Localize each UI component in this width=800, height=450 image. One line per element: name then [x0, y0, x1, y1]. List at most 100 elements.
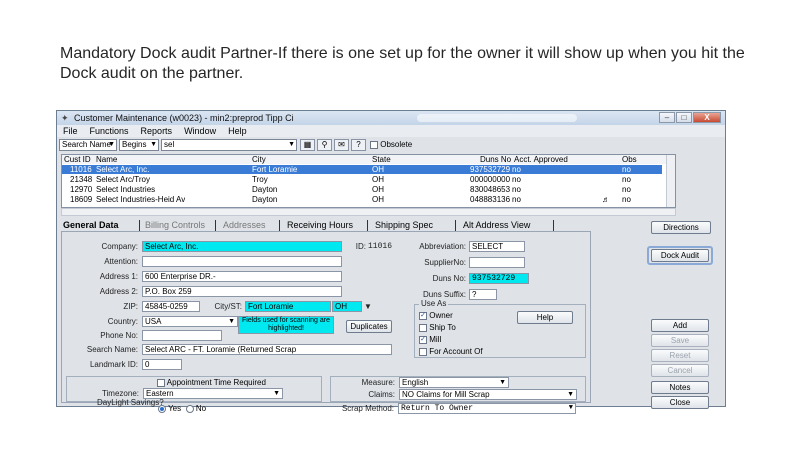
mill-checkbox[interactable]: ✓ Mill	[419, 335, 441, 344]
tab-addresses[interactable]: Addresses	[223, 219, 266, 231]
daylight-radio-group: Yes No	[158, 404, 206, 413]
tab-separator	[455, 220, 456, 231]
obsolete-check-box[interactable]	[370, 140, 378, 149]
menu-functions[interactable]: Functions	[84, 125, 135, 137]
row-name: Select Industries-Heid Av	[96, 195, 186, 204]
dock-audit-button[interactable]: Dock Audit	[651, 249, 709, 262]
close-button[interactable]: Close	[651, 396, 709, 409]
chevron-down-icon[interactable]: ▼	[364, 302, 372, 312]
claims-select[interactable]: NO Claims for Mill Scrap ▼	[399, 389, 577, 400]
table-row[interactable]: 12970 Select Industries Dayton OH 830048…	[62, 185, 662, 194]
window-title: Customer Maintenance (w0023) - min2:prep…	[74, 113, 294, 123]
column-header-duns[interactable]: Duns No	[480, 155, 511, 164]
appointment-checkbox[interactable]: Appointment Time Required	[157, 378, 266, 387]
duplicates-button[interactable]: Duplicates	[346, 320, 392, 333]
row-name: Select Arc, Inc.	[96, 165, 150, 174]
row-name: Select Industries	[96, 185, 156, 194]
chevron-down-icon: ▼	[273, 390, 280, 397]
add-button[interactable]: Add	[651, 319, 709, 332]
timezone-select[interactable]: Eastern ▼	[143, 388, 283, 399]
abbreviation-field[interactable]: SELECT	[469, 241, 525, 252]
city-field[interactable]: Fort Loramie	[245, 301, 331, 312]
menu-help[interactable]: Help	[222, 125, 253, 137]
background-window-ghost	[417, 114, 577, 122]
grid-horizontal-scrollbar[interactable]	[61, 208, 676, 216]
scrap-group: Measure: English ▼ Claims: NO Claims for …	[330, 376, 586, 402]
measure-label: Measure:	[361, 378, 395, 387]
table-row[interactable]: 11016 Select Arc, Inc. Fort Loramie OH 9…	[62, 165, 662, 174]
search-name-field[interactable]: Select ARC - FT. Loramie (Returned Scrap	[142, 344, 392, 355]
owner-checkbox[interactable]: ✓ Owner	[419, 311, 453, 320]
duns-label: Duns No:	[432, 274, 466, 283]
minimize-button[interactable]: –	[659, 112, 675, 123]
check-icon: ✓	[419, 311, 427, 320]
title-bar: ✦ Customer Maintenance (w0023) - min2:pr…	[57, 111, 725, 125]
search-field-select[interactable]: Search Name ▼	[59, 139, 117, 151]
row-cust-id: 21348	[70, 175, 93, 184]
notes-button[interactable]: Notes	[651, 381, 709, 394]
phone-label: Phone No:	[100, 331, 138, 340]
column-header-state[interactable]: State	[372, 155, 391, 164]
state-field[interactable]: OH	[332, 301, 362, 312]
chevron-down-icon: ▼	[499, 379, 506, 386]
duns-field[interactable]: 937532729	[469, 273, 529, 284]
save-button[interactable]: Save	[651, 334, 709, 347]
scrap-method-select[interactable]: Return To Owner ▼	[398, 403, 576, 414]
country-select[interactable]: USA ▼	[142, 316, 238, 327]
daylight-no-radio[interactable]	[185, 404, 194, 413]
close-window-button[interactable]: X	[693, 112, 721, 123]
mail-icon[interactable]: ✉	[334, 139, 349, 151]
ship-to-checkbox[interactable]: Ship To	[419, 323, 456, 332]
row-approved: no	[512, 185, 521, 194]
obsolete-checkbox[interactable]: Obsolete	[370, 139, 412, 150]
company-label: Company:	[101, 242, 138, 251]
search-input[interactable]: sel ▼	[161, 139, 297, 151]
tab-shipping-spec[interactable]: Shipping Spec	[375, 219, 433, 231]
table-row[interactable]: 18609 Select Industries-Heid Av Dayton O…	[62, 195, 662, 204]
search-icon[interactable]: ⚲	[317, 139, 332, 151]
column-header-city[interactable]: City	[252, 155, 266, 164]
tab-receiving-hours[interactable]: Receiving Hours	[287, 219, 353, 231]
column-header-name[interactable]: Name	[96, 155, 117, 164]
measure-select[interactable]: English ▼	[399, 377, 509, 388]
chevron-down-icon: ▼	[288, 141, 295, 148]
table-row[interactable]: 21348 Select Arc/Troy Troy OH 000000000 …	[62, 175, 662, 184]
daylight-yes-radio[interactable]	[158, 404, 166, 413]
company-field[interactable]: Select Arc, Inc.	[142, 241, 342, 252]
for-account-checkbox[interactable]: For Account Of	[419, 347, 483, 356]
menu-file[interactable]: File	[57, 125, 84, 137]
search-mode-select[interactable]: Begins ▼	[119, 139, 159, 151]
column-header-cust-id[interactable]: Cust ID	[64, 155, 91, 164]
directions-button[interactable]: Directions	[651, 221, 711, 234]
help-cursor-icon[interactable]: ?	[351, 139, 366, 151]
tab-separator	[279, 220, 280, 231]
filter-icon[interactable]: ▦	[300, 139, 315, 151]
row-approved: no	[512, 165, 521, 174]
address1-field[interactable]: 600 Enterprise DR.-	[142, 271, 342, 282]
menu-reports[interactable]: Reports	[135, 125, 179, 137]
row-duns: 048883136	[470, 195, 510, 204]
tab-billing-controls[interactable]: Billing Controls	[145, 219, 205, 231]
reset-button[interactable]: Reset	[651, 349, 709, 362]
help-button[interactable]: Help	[517, 311, 573, 324]
maximize-button[interactable]: □	[676, 112, 692, 123]
grid-vertical-scrollbar[interactable]	[666, 155, 675, 207]
address2-field[interactable]: P.O. Box 259	[142, 286, 342, 297]
chevron-down-icon: ▼	[567, 391, 574, 398]
column-header-approved[interactable]: Acct. Approved	[514, 155, 568, 164]
supplier-field[interactable]	[469, 257, 525, 268]
cancel-button[interactable]: Cancel	[651, 364, 709, 377]
attention-field[interactable]	[142, 256, 342, 267]
abbreviation-label: Abbreviation:	[419, 242, 466, 251]
tab-general-data[interactable]: General Data	[63, 219, 119, 231]
chevron-down-icon: ▼	[568, 404, 573, 412]
column-header-obs[interactable]: Obs	[622, 155, 637, 164]
duns-suffix-field[interactable]: ?	[469, 289, 497, 300]
menu-window[interactable]: Window	[178, 125, 222, 137]
zip-field[interactable]: 45845-0259	[142, 301, 200, 312]
appointment-group: Appointment Time Required Timezone: East…	[66, 376, 322, 407]
landmark-field[interactable]: 0	[142, 359, 182, 370]
tab-alt-address-view[interactable]: Alt Address View	[463, 219, 530, 231]
menu-bar: File Functions Reports Window Help	[57, 125, 725, 137]
phone-field[interactable]	[142, 330, 222, 341]
